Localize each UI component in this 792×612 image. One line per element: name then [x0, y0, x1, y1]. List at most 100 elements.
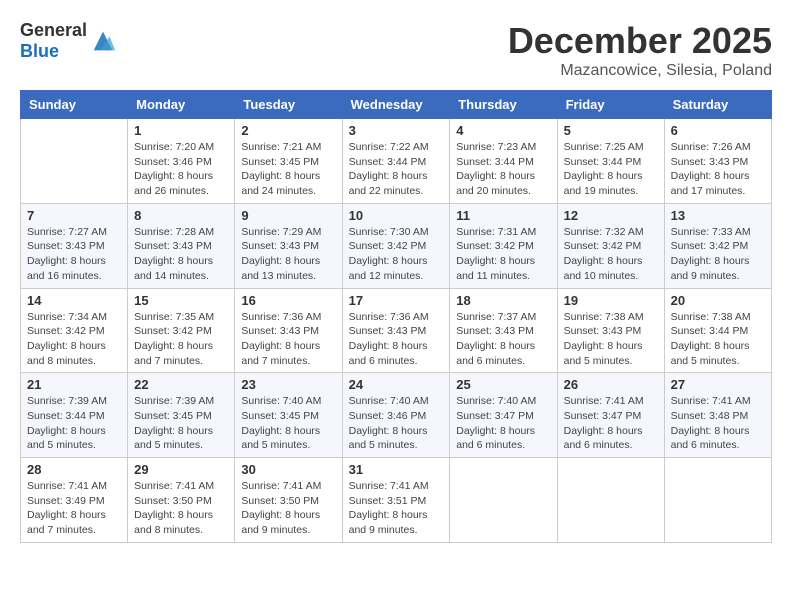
location-title: Mazancowice, Silesia, Poland — [508, 62, 772, 80]
day-number: 2 — [241, 123, 335, 138]
day-info: Sunrise: 7:38 AMSunset: 3:43 PMDaylight:… — [564, 310, 658, 369]
calendar-day-cell: 9Sunrise: 7:29 AMSunset: 3:43 PMDaylight… — [235, 203, 342, 288]
day-info: Sunrise: 7:41 AMSunset: 3:49 PMDaylight:… — [27, 479, 121, 538]
calendar-day-cell: 2 Sunrise: 7:21 AMSunset: 3:45 PMDaylight… — [235, 119, 342, 204]
day-info: Sunrise: 7:21 AMSunset: 3:45 PMDaylight:… — [241, 140, 335, 199]
calendar-day-cell: 8 Sunrise: 7:28 AMSunset: 3:43 PMDaylight… — [128, 203, 235, 288]
day-info: Sunrise: 7:25 AMSunset: 3:44 PMDaylight:… — [564, 140, 658, 199]
day-number: 3 — [349, 123, 444, 138]
day-info: Sunrise: 7:39 AMSunset: 3:45 PMDaylight:… — [134, 394, 228, 453]
calendar-day-cell: 11 Sunrise: 7:31 AMSunset: 3:42 PMDayligh… — [450, 203, 557, 288]
day-info: Sunrise: 7:41 AMSunset: 3:50 PMDaylight:… — [134, 479, 228, 538]
logo-general: General — [20, 20, 87, 40]
day-number: 31 — [349, 462, 444, 477]
day-number: 11 — [456, 208, 550, 223]
day-info: Sunrise: 7:34 AMSunset: 3:42 PMDaylight:… — [27, 310, 121, 369]
calendar-day-cell: 22 Sunrise: 7:39 AMSunset: 3:45 PMDayligh… — [128, 373, 235, 458]
page-header: General Blue December 2025 Mazancowice, … — [20, 20, 772, 80]
day-info: Sunrise: 7:20 AMSunset: 3:46 PMDaylight:… — [134, 140, 228, 199]
weekday-header: Wednesday — [342, 91, 450, 119]
calendar-day-cell: 26 Sunrise: 7:41 AMSunset: 3:47 PMDayligh… — [557, 373, 664, 458]
day-info: Sunrise: 7:36 AMSunset: 3:43 PMDaylight:… — [241, 310, 335, 369]
day-info: Sunrise: 7:31 AMSunset: 3:42 PMDaylight:… — [456, 225, 550, 284]
day-number: 26 — [564, 377, 658, 392]
weekday-header: Thursday — [450, 91, 557, 119]
day-info: Sunrise: 7:30 AMSunset: 3:42 PMDaylight:… — [349, 225, 444, 284]
weekday-header: Friday — [557, 91, 664, 119]
calendar-day-cell — [664, 458, 771, 543]
day-number: 14 — [27, 293, 121, 308]
day-number: 18 — [456, 293, 550, 308]
day-info: Sunrise: 7:41 AMSunset: 3:47 PMDaylight:… — [564, 394, 658, 453]
day-info: Sunrise: 7:40 AMSunset: 3:46 PMDaylight:… — [349, 394, 444, 453]
calendar-table: SundayMondayTuesdayWednesdayThursdayFrid… — [20, 90, 772, 543]
day-number: 22 — [134, 377, 228, 392]
day-number: 15 — [134, 293, 228, 308]
calendar-day-cell: 3 Sunrise: 7:22 AMSunset: 3:44 PMDaylight… — [342, 119, 450, 204]
calendar-day-cell — [557, 458, 664, 543]
logo-blue: Blue — [20, 41, 59, 61]
day-number: 4 — [456, 123, 550, 138]
day-info: Sunrise: 7:40 AMSunset: 3:45 PMDaylight:… — [241, 394, 335, 453]
day-info: Sunrise: 7:22 AMSunset: 3:44 PMDaylight:… — [349, 140, 444, 199]
day-number: 13 — [671, 208, 765, 223]
day-info: Sunrise: 7:35 AMSunset: 3:42 PMDaylight:… — [134, 310, 228, 369]
calendar-day-cell — [21, 119, 128, 204]
day-number: 16 — [241, 293, 335, 308]
calendar-day-cell: 14 Sunrise: 7:34 AMSunset: 3:42 PMDayligh… — [21, 288, 128, 373]
title-area: December 2025 Mazancowice, Silesia, Pola… — [508, 20, 772, 80]
calendar-day-cell: 16 Sunrise: 7:36 AMSunset: 3:43 PMDayligh… — [235, 288, 342, 373]
calendar-day-cell: 23 Sunrise: 7:40 AMSunset: 3:45 PMDayligh… — [235, 373, 342, 458]
day-info: Sunrise: 7:41 AMSunset: 3:50 PMDaylight:… — [241, 479, 335, 538]
day-number: 1 — [134, 123, 228, 138]
day-info: Sunrise: 7:39 AMSunset: 3:44 PMDaylight:… — [27, 394, 121, 453]
day-number: 24 — [349, 377, 444, 392]
calendar-day-cell: 12 Sunrise: 7:32 AMSunset: 3:42 PMDayligh… — [557, 203, 664, 288]
day-info: Sunrise: 7:23 AMSunset: 3:44 PMDaylight:… — [456, 140, 550, 199]
calendar-day-cell: 1 Sunrise: 7:20 AMSunset: 3:46 PMDaylight… — [128, 119, 235, 204]
calendar-day-cell: 27Sunrise: 7:41 AMSunset: 3:48 PMDayligh… — [664, 373, 771, 458]
calendar-day-cell: 6Sunrise: 7:26 AMSunset: 3:43 PMDaylight… — [664, 119, 771, 204]
day-number: 12 — [564, 208, 658, 223]
logo: General Blue — [20, 20, 117, 62]
day-number: 25 — [456, 377, 550, 392]
day-info: Sunrise: 7:41 AMSunset: 3:48 PMDaylight:… — [671, 394, 765, 453]
day-number: 17 — [349, 293, 444, 308]
day-info: Sunrise: 7:27 AMSunset: 3:43 PMDaylight:… — [27, 225, 121, 284]
calendar-day-cell: 4 Sunrise: 7:23 AMSunset: 3:44 PMDaylight… — [450, 119, 557, 204]
day-number: 30 — [241, 462, 335, 477]
calendar-day-cell: 10Sunrise: 7:30 AMSunset: 3:42 PMDayligh… — [342, 203, 450, 288]
calendar-day-cell: 20 Sunrise: 7:38 AMSunset: 3:44 PMDayligh… — [664, 288, 771, 373]
day-info: Sunrise: 7:40 AMSunset: 3:47 PMDaylight:… — [456, 394, 550, 453]
logo-text: General Blue — [20, 20, 87, 62]
weekday-header: Saturday — [664, 91, 771, 119]
month-title: December 2025 — [508, 20, 772, 62]
calendar-week-row: 28 Sunrise: 7:41 AMSunset: 3:49 PMDayligh… — [21, 458, 772, 543]
calendar-day-cell: 29Sunrise: 7:41 AMSunset: 3:50 PMDayligh… — [128, 458, 235, 543]
calendar-day-cell: 31Sunrise: 7:41 AMSunset: 3:51 PMDayligh… — [342, 458, 450, 543]
day-number: 19 — [564, 293, 658, 308]
day-number: 21 — [27, 377, 121, 392]
calendar-day-cell: 7Sunrise: 7:27 AMSunset: 3:43 PMDaylight… — [21, 203, 128, 288]
day-info: Sunrise: 7:38 AMSunset: 3:44 PMDaylight:… — [671, 310, 765, 369]
calendar-day-cell: 19 Sunrise: 7:38 AMSunset: 3:43 PMDayligh… — [557, 288, 664, 373]
calendar-day-cell — [450, 458, 557, 543]
weekday-header: Monday — [128, 91, 235, 119]
calendar-week-row: 14 Sunrise: 7:34 AMSunset: 3:42 PMDayligh… — [21, 288, 772, 373]
calendar-day-cell: 17Sunrise: 7:36 AMSunset: 3:43 PMDayligh… — [342, 288, 450, 373]
day-info: Sunrise: 7:32 AMSunset: 3:42 PMDaylight:… — [564, 225, 658, 284]
day-number: 23 — [241, 377, 335, 392]
weekday-header: Tuesday — [235, 91, 342, 119]
calendar-header-row: SundayMondayTuesdayWednesdayThursdayFrid… — [21, 91, 772, 119]
calendar-day-cell: 18Sunrise: 7:37 AMSunset: 3:43 PMDayligh… — [450, 288, 557, 373]
day-number: 8 — [134, 208, 228, 223]
day-number: 20 — [671, 293, 765, 308]
calendar-day-cell: 30 Sunrise: 7:41 AMSunset: 3:50 PMDayligh… — [235, 458, 342, 543]
day-number: 28 — [27, 462, 121, 477]
calendar-day-cell: 13 Sunrise: 7:33 AMSunset: 3:42 PMDayligh… — [664, 203, 771, 288]
day-number: 5 — [564, 123, 658, 138]
calendar-day-cell: 24 Sunrise: 7:40 AMSunset: 3:46 PMDayligh… — [342, 373, 450, 458]
day-info: Sunrise: 7:28 AMSunset: 3:43 PMDaylight:… — [134, 225, 228, 284]
day-info: Sunrise: 7:33 AMSunset: 3:42 PMDaylight:… — [671, 225, 765, 284]
calendar-day-cell: 28 Sunrise: 7:41 AMSunset: 3:49 PMDayligh… — [21, 458, 128, 543]
